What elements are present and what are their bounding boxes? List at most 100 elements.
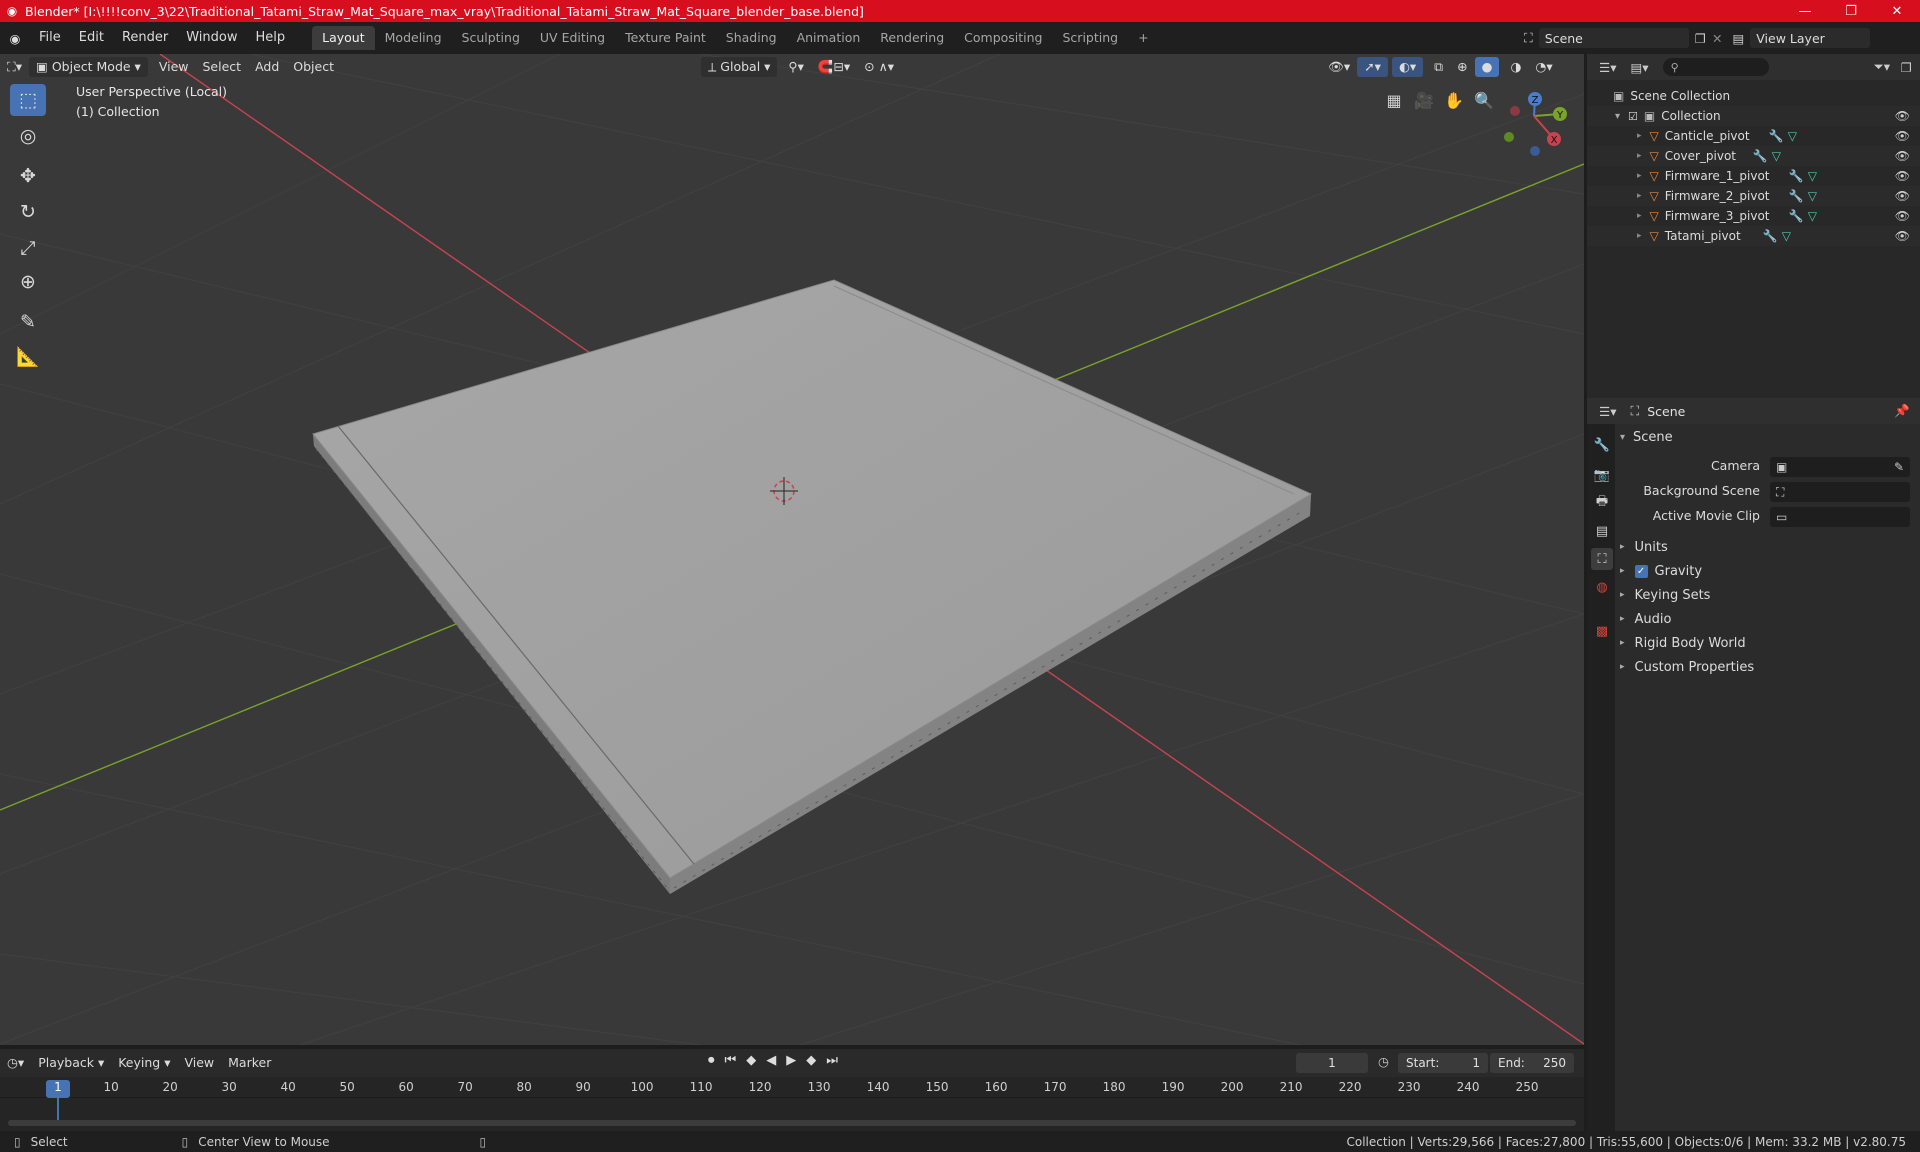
outliner-item[interactable]: ▸ ▽ Cover_pivot 🔧 ▽ 👁 bbox=[1587, 146, 1920, 166]
pivot-icon[interactable]: ⚲▾ bbox=[781, 57, 810, 77]
outliner-editor-icon[interactable]: ☰▾ bbox=[1599, 60, 1616, 75]
add-workspace-button[interactable]: + bbox=[1128, 26, 1158, 50]
tool-tab-icon[interactable]: 🔧 bbox=[1591, 434, 1613, 456]
play-reverse-icon[interactable]: ◀ bbox=[766, 1053, 776, 1068]
xray-icon[interactable]: ⧉ bbox=[1427, 57, 1450, 77]
collection-checkbox[interactable]: ☑ bbox=[1628, 110, 1638, 123]
tab-modeling[interactable]: Modeling bbox=[375, 26, 452, 50]
eyedropper-icon[interactable]: ✎ bbox=[1894, 460, 1904, 474]
prev-keyframe-icon[interactable]: ◆ bbox=[746, 1053, 756, 1068]
timeline-scrollbar[interactable] bbox=[8, 1120, 1576, 1126]
outliner-collection[interactable]: ▾ ☑ ▣ Collection 👁 bbox=[1587, 106, 1920, 126]
expand-arrow-icon[interactable]: ▸ bbox=[1637, 151, 1642, 161]
scale-tool[interactable]: ⤢ bbox=[10, 232, 46, 264]
tab-compositing[interactable]: Compositing bbox=[954, 26, 1052, 50]
world-tab-icon[interactable]: ◍ bbox=[1591, 576, 1613, 598]
timeline-view-menu[interactable]: View bbox=[177, 1053, 221, 1073]
eye-icon[interactable]: 👁 bbox=[1895, 209, 1910, 223]
start-frame-field[interactable]: Start: 1 bbox=[1398, 1053, 1488, 1073]
active-movie-clip-field[interactable]: ▭ bbox=[1770, 507, 1910, 527]
scene-tab-icon[interactable]: ⛶ bbox=[1591, 548, 1613, 570]
grid-view-icon[interactable]: ▦ bbox=[1380, 86, 1408, 114]
outliner-item[interactable]: ▸ ▽ Firmware_3_pivot 🔧 ▽ 👁 bbox=[1587, 206, 1920, 226]
jump-start-icon[interactable]: ⏮ bbox=[725, 1053, 737, 1068]
outliner-item[interactable]: ▸ ▽ Tatami_pivot 🔧 ▽ 👁 bbox=[1587, 226, 1920, 246]
view-layer-tab-icon[interactable]: ▤ bbox=[1591, 520, 1613, 542]
new-collection-icon[interactable]: ❐ bbox=[1901, 60, 1912, 75]
camera-field[interactable]: ▣ ✎ bbox=[1770, 457, 1910, 477]
expand-arrow-icon[interactable]: ▸ bbox=[1637, 211, 1642, 221]
menu-window[interactable]: Window bbox=[177, 27, 246, 49]
tatami-mesh[interactable] bbox=[312, 279, 1313, 894]
visibility-icon[interactable]: 👁▾ bbox=[1321, 57, 1357, 77]
menu-render[interactable]: Render bbox=[113, 27, 177, 49]
gravity-checkbox[interactable]: ✓ bbox=[1634, 564, 1648, 578]
select-box-tool[interactable]: ⬚ bbox=[10, 84, 46, 116]
menu-add[interactable]: Add bbox=[248, 57, 286, 77]
rotate-tool[interactable]: ↻ bbox=[10, 196, 46, 228]
tab-scripting[interactable]: Scripting bbox=[1053, 26, 1129, 50]
tab-sculpting[interactable]: Sculpting bbox=[452, 26, 530, 50]
marker-menu[interactable]: Marker bbox=[221, 1053, 278, 1073]
expand-arrow-icon[interactable]: ▸ bbox=[1637, 191, 1642, 201]
tab-rendering[interactable]: Rendering bbox=[870, 26, 954, 50]
minimize-button[interactable]: — bbox=[1782, 0, 1828, 22]
tab-uv-editing[interactable]: UV Editing bbox=[530, 26, 615, 50]
timeline-editor-icon[interactable]: ◷▾ bbox=[0, 1053, 31, 1073]
tab-animation[interactable]: Animation bbox=[787, 26, 871, 50]
proportional-edit-icon[interactable]: ⊙ ∧▾ bbox=[857, 57, 901, 77]
scene-name-field[interactable]: Scene bbox=[1538, 28, 1689, 48]
menu-object[interactable]: Object bbox=[286, 57, 341, 77]
clock-icon[interactable]: ◷ bbox=[1378, 1054, 1389, 1069]
playback-menu[interactable]: Playback ▾ bbox=[31, 1053, 111, 1073]
view-layer-icon[interactable]: ▤ bbox=[1732, 31, 1744, 46]
outliner-item[interactable]: ▸ ▽ Canticle_pivot 🔧 ▽ 👁 bbox=[1587, 126, 1920, 146]
display-mode-icon[interactable]: ▤▾ bbox=[1630, 60, 1648, 75]
keying-menu[interactable]: Keying ▾ bbox=[111, 1053, 177, 1073]
move-tool[interactable]: ✥ bbox=[10, 160, 46, 192]
menu-edit[interactable]: Edit bbox=[70, 27, 113, 49]
rigid-body-world-section[interactable]: ▸ Rigid Body World bbox=[1620, 632, 1746, 654]
3d-viewport[interactable]: Y Z X User Perspective (Local) (1) Colle… bbox=[0, 54, 1584, 1045]
outliner-item[interactable]: ▸ ▽ Firmware_1_pivot 🔧 ▽ 👁 bbox=[1587, 166, 1920, 186]
overlay-toggle-icon[interactable]: ◐▾ bbox=[1391, 57, 1424, 77]
current-frame-field[interactable]: 1 bbox=[1296, 1053, 1368, 1073]
shading-material-icon[interactable]: ◑ bbox=[1503, 57, 1528, 77]
tab-layout[interactable]: Layout bbox=[312, 26, 375, 50]
eye-icon[interactable]: 👁 bbox=[1895, 149, 1910, 163]
pan-hand-icon[interactable]: ✋ bbox=[1440, 86, 1468, 114]
outliner-item[interactable]: ▸ ▽ Firmware_2_pivot 🔧 ▽ 👁 bbox=[1587, 186, 1920, 206]
editor-type-icon[interactable]: ⛶▾ bbox=[0, 57, 29, 77]
gravity-section[interactable]: ▸ ✓ Gravity bbox=[1620, 560, 1702, 582]
keying-sets-section[interactable]: ▸ Keying Sets bbox=[1620, 584, 1710, 606]
transform-tool[interactable]: ⊕ bbox=[10, 266, 46, 298]
blender-menu-icon[interactable]: ◉ bbox=[0, 31, 30, 46]
maximize-button[interactable]: ❐ bbox=[1828, 0, 1874, 22]
background-scene-field[interactable]: ⛶ bbox=[1770, 482, 1910, 502]
shading-rendered-icon[interactable]: ◔▾ bbox=[1528, 57, 1559, 77]
record-icon[interactable]: ⏺ bbox=[708, 1053, 715, 1068]
remove-scene-icon[interactable]: ✕ bbox=[1712, 31, 1722, 46]
navigation-gizmo[interactable]: Y Z X bbox=[1504, 92, 1567, 156]
camera-view-icon[interactable]: 🎥 bbox=[1410, 86, 1438, 114]
expand-arrow-icon[interactable]: ▸ bbox=[1637, 131, 1642, 141]
jump-end-icon[interactable]: ⏭ bbox=[826, 1053, 838, 1068]
cursor-tool[interactable]: ◎ bbox=[10, 120, 46, 152]
measure-tool[interactable]: 📐 bbox=[10, 340, 46, 372]
annotate-tool[interactable]: ✎ bbox=[10, 306, 46, 338]
mode-dropdown[interactable]: ▣ Object Mode ▾ bbox=[29, 57, 148, 77]
menu-select[interactable]: Select bbox=[196, 57, 249, 77]
next-keyframe-icon[interactable]: ◆ bbox=[806, 1053, 816, 1068]
outliner-search-input[interactable]: ⚲ bbox=[1662, 58, 1769, 76]
eye-icon[interactable]: 👁 bbox=[1895, 189, 1910, 203]
expand-arrow-icon[interactable]: ▾ bbox=[1615, 111, 1620, 122]
units-section[interactable]: ▸ Units bbox=[1620, 536, 1668, 558]
menu-file[interactable]: File bbox=[30, 27, 70, 49]
filter-icon[interactable]: ⏷▾ bbox=[1874, 59, 1890, 75]
pin-icon[interactable]: 📌 bbox=[1894, 403, 1910, 419]
properties-editor-icon[interactable]: ☰▾ bbox=[1599, 404, 1616, 419]
eye-icon[interactable]: 👁 bbox=[1895, 169, 1910, 183]
audio-section[interactable]: ▸ Audio bbox=[1620, 608, 1671, 630]
expand-arrow-icon[interactable]: ▸ bbox=[1637, 231, 1642, 241]
tab-shading[interactable]: Shading bbox=[716, 26, 787, 50]
